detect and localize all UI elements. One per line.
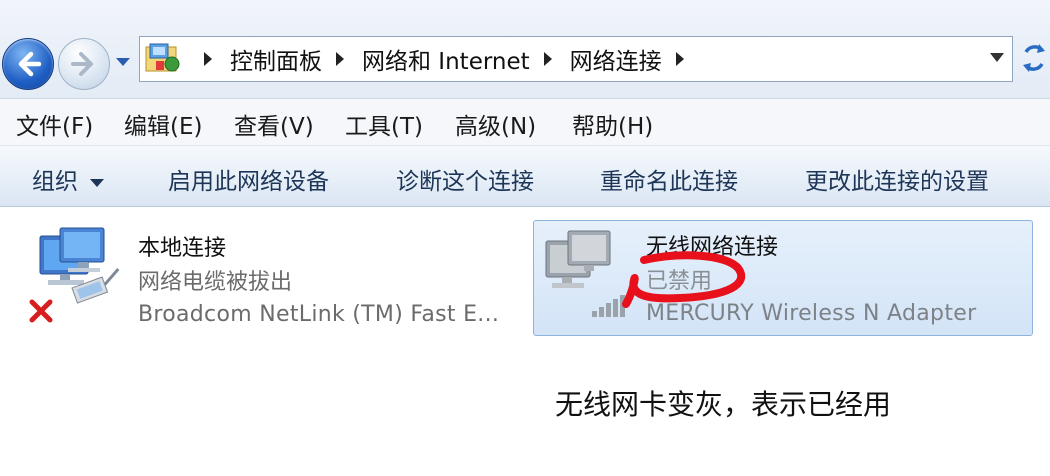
change-settings-button[interactable]: 更改此连接的设置 xyxy=(805,162,989,196)
arrow-right-icon xyxy=(71,52,93,76)
arrow-left-icon xyxy=(18,51,42,77)
breadcrumb-control-panel[interactable]: 控制面板 xyxy=(230,42,322,76)
highlight-circle-mark xyxy=(622,251,746,308)
rename-connection-button[interactable]: 重命名此连接 xyxy=(600,162,738,196)
enable-device-button[interactable]: 启用此网络设备 xyxy=(168,162,329,196)
organize-button[interactable]: 组织 xyxy=(32,162,104,196)
menu-advanced[interactable]: 高级(N) xyxy=(455,107,536,141)
chevron-right-icon xyxy=(204,52,212,66)
navigation-bar: 控制面板 网络和 Internet 网络连接 xyxy=(0,0,1050,99)
menu-tools[interactable]: 工具(T) xyxy=(345,107,423,141)
menu-file[interactable]: 文件(F) xyxy=(16,107,93,141)
connection-name: 本地连接 xyxy=(138,236,227,261)
wired-adapter-icon xyxy=(29,227,120,323)
chevron-right-icon[interactable] xyxy=(336,52,344,66)
chevron-right-icon[interactable] xyxy=(543,52,552,66)
menu-edit[interactable]: 编辑(E) xyxy=(124,107,202,141)
breadcrumb-network-internet[interactable]: 网络和 Internet xyxy=(362,42,530,76)
organize-label: 组织 xyxy=(32,169,78,195)
breadcrumb: 控制面板 网络和 Internet 网络连接 xyxy=(190,37,702,81)
connection-status: 网络电缆被拔出 xyxy=(138,270,293,295)
chevron-down-icon xyxy=(116,58,130,66)
diagnose-connection-button[interactable]: 诊断这个连接 xyxy=(396,162,534,196)
annotation-text: 无线网卡变灰，表示已经用 xyxy=(555,388,892,421)
breadcrumb-network-connections[interactable]: 网络连接 xyxy=(570,42,662,76)
disconnected-x-icon xyxy=(29,299,53,323)
local-connection-item[interactable]: 本地连接 网络电缆被拔出 Broadcom NetLink (TM) Fast … xyxy=(26,226,526,336)
forward-button[interactable] xyxy=(58,38,110,90)
chevron-right-icon[interactable] xyxy=(675,52,684,66)
menu-help[interactable]: 帮助(H) xyxy=(572,107,653,141)
address-history-dropdown[interactable] xyxy=(990,53,1004,62)
menu-bar: 文件(F) 编辑(E) 查看(V) 工具(T) 高级(N) 帮助(H) xyxy=(0,99,1050,146)
address-box[interactable]: 控制面板 网络和 Internet 网络连接 xyxy=(139,36,1013,82)
command-bar: 组织 启用此网络设备 诊断这个连接 重命名此连接 更改此连接的设置 xyxy=(0,146,1050,207)
menu-view[interactable]: 查看(V) xyxy=(234,107,314,141)
network-folder-icon xyxy=(145,43,180,72)
recent-pages-dropdown[interactable] xyxy=(113,52,133,72)
refresh-icon xyxy=(1023,44,1045,72)
back-button[interactable] xyxy=(2,38,54,90)
connection-device: Broadcom NetLink (TM) Fast E... xyxy=(138,302,500,327)
chevron-down-icon xyxy=(90,178,104,187)
wireless-connection-item[interactable]: 无线网络连接 已禁用 MERCURY Wireless N Adapter xyxy=(533,220,1033,336)
refresh-button[interactable] xyxy=(1018,40,1050,76)
